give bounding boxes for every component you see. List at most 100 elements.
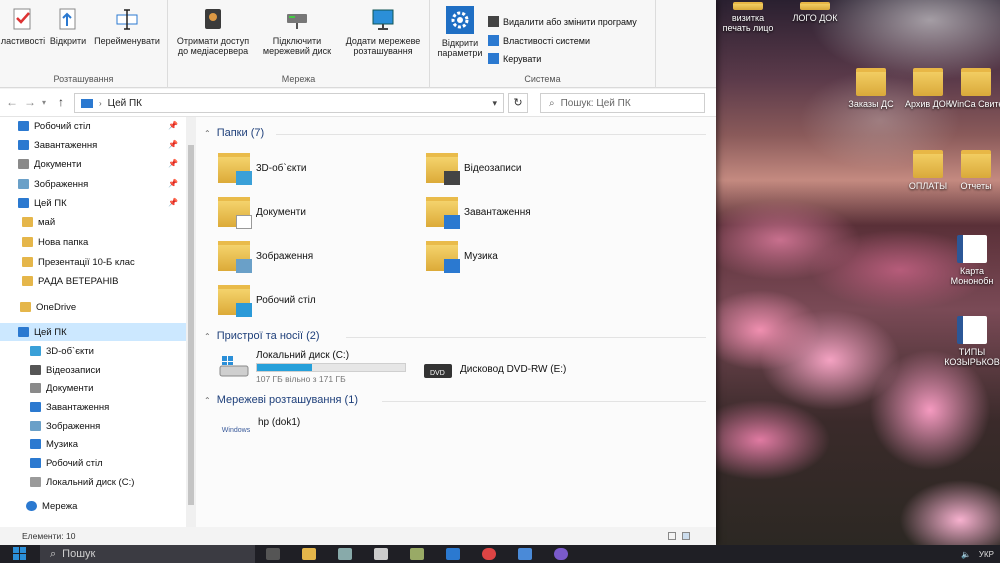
open-settings-button[interactable]: Відкрити параметри bbox=[432, 4, 488, 58]
open-button[interactable]: Відкрити bbox=[46, 4, 90, 46]
uninstall-program-button[interactable]: Видалити або змінити програму bbox=[488, 16, 637, 27]
address-dropdown-icon[interactable]: ▾ bbox=[492, 98, 497, 109]
folder-tile[interactable]: 3D-об`єкти bbox=[218, 153, 307, 185]
folder-icon bbox=[733, 2, 763, 10]
network-icon bbox=[26, 501, 37, 511]
system-properties-button[interactable]: Властивості системи bbox=[488, 35, 590, 46]
sidebar-item-folder[interactable]: май bbox=[22, 213, 55, 231]
collapse-chevron-icon[interactable]: ⌃ bbox=[204, 129, 211, 138]
folder-tile[interactable]: Зображення bbox=[218, 241, 313, 273]
sidebar-item-local-disk[interactable]: Локальний диск (C:) bbox=[30, 473, 134, 491]
group-header-network[interactable]: ⌃ Мережеві розташування (1) bbox=[204, 394, 358, 406]
download-icon bbox=[18, 140, 29, 150]
folder-tile[interactable]: Відеозаписи bbox=[426, 153, 521, 185]
forward-arrow-icon[interactable]: → bbox=[24, 95, 36, 109]
taskbar-app[interactable] bbox=[363, 545, 399, 563]
pin-icon[interactable]: 📌 bbox=[168, 159, 178, 168]
local-disk-tile[interactable]: Локальний диск (C:) 107 ГБ вільно з 171 … bbox=[218, 350, 406, 384]
manage-button[interactable]: Керувати bbox=[488, 53, 541, 64]
sidebar-item-this-pc-pinned[interactable]: Цей ПК bbox=[18, 194, 67, 212]
divider bbox=[382, 401, 706, 402]
sidebar-item-this-pc[interactable]: Цей ПК bbox=[0, 323, 186, 341]
explorer-taskbar-app[interactable] bbox=[291, 545, 327, 563]
system-tray: 🔈 УКР bbox=[961, 545, 1000, 563]
volume-icon[interactable]: 🔈 bbox=[961, 550, 971, 559]
music-icon bbox=[426, 241, 460, 273]
search-icon: ⌕ bbox=[549, 97, 555, 109]
sidebar-item-downloads[interactable]: Завантаження bbox=[18, 136, 97, 154]
folder-tile[interactable]: Документи bbox=[218, 197, 306, 229]
rename-button[interactable]: Перейменувати bbox=[90, 4, 164, 46]
recent-locations-chevron-icon[interactable]: ▾ bbox=[42, 98, 46, 107]
sidebar-item-pictures[interactable]: Зображення bbox=[18, 175, 88, 193]
task-view-button[interactable] bbox=[255, 545, 291, 563]
sidebar-item-desktop[interactable]: Робочий стіл bbox=[18, 117, 91, 135]
tiles-view-icon[interactable] bbox=[682, 532, 690, 540]
start-button[interactable] bbox=[0, 545, 40, 563]
sidebar-item-onedrive[interactable]: OneDrive bbox=[20, 298, 76, 316]
collapse-chevron-icon[interactable]: ⌃ bbox=[204, 332, 211, 341]
sidebar-item-network[interactable]: Мережа bbox=[26, 497, 77, 515]
properties-button[interactable]: ластивості bbox=[0, 4, 46, 46]
download-icon bbox=[426, 197, 460, 229]
group-header-folders[interactable]: ⌃ Папки (7) bbox=[204, 127, 264, 139]
taskbar-app[interactable] bbox=[327, 545, 363, 563]
sidebar-item-documents[interactable]: Документи bbox=[18, 155, 81, 173]
desktop-folder[interactable]: Отчеты bbox=[948, 150, 1000, 191]
desktop-word-file[interactable]: ТИПЫ КОЗЫРЬКОВ bbox=[944, 316, 1000, 367]
scrollbar-thumb[interactable] bbox=[188, 145, 194, 505]
viber-icon bbox=[554, 548, 568, 560]
address-field[interactable]: › Цей ПК ▾ bbox=[74, 93, 504, 113]
sidebar-item-folder[interactable]: РАДА ВЕТЕРАНІВ bbox=[22, 272, 118, 290]
pin-icon[interactable]: 📌 bbox=[168, 140, 178, 149]
pin-icon[interactable]: 📌 bbox=[168, 198, 178, 207]
sidebar-item-downloads[interactable]: Завантаження bbox=[30, 398, 109, 416]
sidebar-item-folder[interactable]: Нова папка bbox=[22, 233, 88, 251]
sidebar-item-folder[interactable]: Презентації 10-Б клас bbox=[22, 253, 135, 271]
word-document-icon bbox=[957, 316, 987, 344]
sidebar-item-pictures[interactable]: Зображення bbox=[30, 417, 100, 435]
pictures-icon bbox=[218, 241, 252, 273]
folder-tile[interactable]: Завантаження bbox=[426, 197, 531, 229]
taskbar-search[interactable]: ⌕ Пошук bbox=[40, 545, 255, 563]
pc-icon bbox=[18, 327, 29, 337]
address-bar-row: ← → ▾ ↑ › Цей ПК ▾ ↻ ⌕ Пошук: Цей ПК bbox=[0, 89, 716, 117]
app-icon bbox=[410, 548, 424, 560]
viber-taskbar-app[interactable] bbox=[543, 545, 579, 563]
desktop-folder[interactable]: Заказы ДС bbox=[843, 68, 899, 109]
desktop-word-file[interactable]: Карта Мононобн bbox=[944, 235, 1000, 286]
documents-icon bbox=[18, 159, 29, 169]
back-arrow-icon[interactable]: ← bbox=[6, 95, 18, 109]
up-arrow-icon[interactable]: ↑ bbox=[58, 95, 64, 109]
search-placeholder: Пошук: Цей ПК bbox=[560, 97, 631, 109]
pin-icon[interactable]: 📌 bbox=[168, 179, 178, 188]
folder-tile[interactable]: Музика bbox=[426, 241, 498, 273]
item-count: Елементи: 10 bbox=[22, 531, 76, 541]
map-drive-button[interactable]: Підключити мережевий диск bbox=[256, 4, 338, 56]
desktop-folder[interactable]: визитка печать лицо bbox=[720, 2, 776, 33]
taskbar-app[interactable] bbox=[435, 545, 471, 563]
group-header-devices[interactable]: ⌃ Пристрої та носії (2) bbox=[204, 330, 320, 342]
desktop-folder[interactable]: WinCa Свите bbox=[948, 68, 1000, 109]
language-indicator[interactable]: УКР bbox=[979, 550, 994, 559]
search-input[interactable]: ⌕ Пошук: Цей ПК bbox=[540, 93, 705, 113]
sidebar-item-desktop[interactable]: Робочий стіл bbox=[30, 454, 103, 472]
dvd-drive-tile[interactable]: DVD Дисковод DVD-RW (E:) bbox=[422, 354, 566, 384]
media-server-button[interactable]: Отримати доступ до медіасервера bbox=[172, 4, 254, 56]
taskbar-app[interactable] bbox=[507, 545, 543, 563]
folder-tile[interactable]: Робочий стіл bbox=[218, 285, 316, 317]
collapse-chevron-icon[interactable]: ⌃ bbox=[204, 396, 211, 405]
sidebar-item-3d-objects[interactable]: 3D-об`єкти bbox=[30, 342, 94, 360]
network-location-tile[interactable]: Windows hp (dok1) bbox=[220, 413, 300, 443]
details-view-icon[interactable] bbox=[668, 532, 676, 540]
sidebar-item-documents[interactable]: Документи bbox=[30, 379, 93, 397]
refresh-button[interactable]: ↻ bbox=[508, 93, 528, 113]
pin-icon[interactable]: 📌 bbox=[168, 121, 178, 130]
desktop-folder[interactable]: ЛОГО ДОК bbox=[787, 2, 843, 23]
sidebar-item-music[interactable]: Музика bbox=[30, 435, 78, 453]
taskbar-app[interactable] bbox=[399, 545, 435, 563]
sidebar-scrollbar[interactable] bbox=[186, 117, 196, 527]
sidebar-item-videos[interactable]: Відеозаписи bbox=[30, 361, 101, 379]
chrome-taskbar-app[interactable] bbox=[471, 545, 507, 563]
add-network-location-button[interactable]: Додати мережеве розташування bbox=[340, 4, 426, 56]
